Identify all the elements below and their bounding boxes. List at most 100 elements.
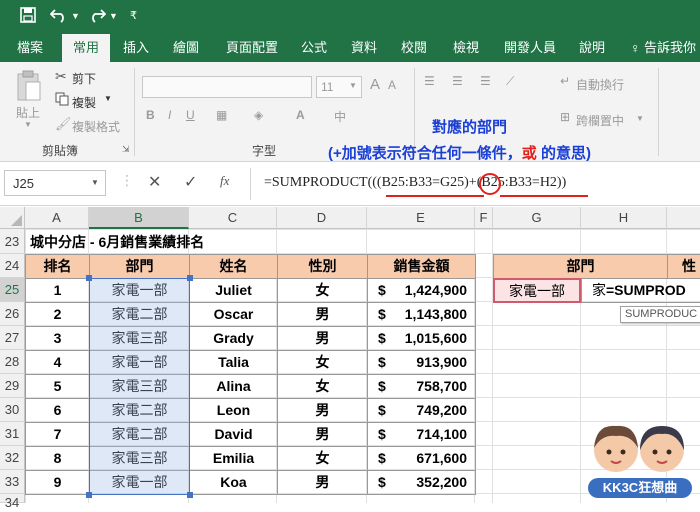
row-header[interactable]: 29: [0, 374, 25, 398]
name-box[interactable]: J25 ▼: [4, 170, 106, 196]
undo-dropdown-icon[interactable]: ▼: [71, 11, 80, 21]
align-top-icon[interactable]: ☰: [424, 74, 435, 88]
paste-icon[interactable]: [16, 70, 42, 102]
cell-name[interactable]: Leon: [189, 398, 278, 423]
row-header[interactable]: 26: [0, 302, 25, 326]
paste-dropdown-icon[interactable]: ▼: [24, 120, 32, 129]
format-painter-icon[interactable]: 🖌: [55, 116, 72, 132]
column-header-i[interactable]: [667, 207, 700, 229]
cell-sales[interactable]: $749,200: [367, 398, 476, 423]
cancel-icon[interactable]: ✕: [148, 172, 161, 192]
formula-input[interactable]: =SUMPRODUCT(((B25:B33=G25)+(B25:B33=H2)): [264, 175, 566, 191]
row-header[interactable]: 23: [0, 229, 25, 254]
column-header-f[interactable]: F: [475, 207, 493, 229]
cell-sales[interactable]: $1,424,900: [367, 278, 476, 303]
tab-view[interactable]: 檢視: [446, 34, 486, 62]
decrease-font-icon[interactable]: A: [388, 78, 396, 92]
row-header[interactable]: 28: [0, 350, 25, 374]
row-header[interactable]: 31: [0, 422, 25, 446]
tell-me-search[interactable]: 告訴我你: [644, 34, 700, 62]
cell-rank[interactable]: 3: [25, 326, 90, 351]
sheet-title[interactable]: 城中分店 - 6月銷售業績排名: [30, 232, 204, 252]
cell-rank[interactable]: 9: [25, 470, 90, 495]
orientation-icon[interactable]: ⟋: [506, 74, 514, 89]
copy-button[interactable]: 複製: [72, 94, 96, 111]
merge-center-icon[interactable]: ⊞: [560, 110, 570, 124]
cell-name[interactable]: Koa: [189, 470, 278, 495]
row-header[interactable]: 24: [0, 254, 25, 278]
cell-rank[interactable]: 1: [25, 278, 90, 303]
row-header[interactable]: 33: [0, 470, 25, 494]
scissors-icon[interactable]: ✂: [55, 68, 67, 85]
italic-icon[interactable]: I: [168, 108, 171, 122]
cell-sales[interactable]: $352,200: [367, 470, 476, 495]
merge-dropdown-icon[interactable]: ▼: [636, 114, 644, 123]
cell-department[interactable]: 家電一部: [89, 470, 190, 495]
underline-icon[interactable]: U: [186, 108, 195, 122]
cell-name[interactable]: Emilia: [189, 446, 278, 471]
row-header[interactable]: 30: [0, 398, 25, 422]
cell-rank[interactable]: 2: [25, 302, 90, 327]
cell-rank[interactable]: 7: [25, 422, 90, 447]
cell-name[interactable]: Alina: [189, 374, 278, 399]
paste-label[interactable]: 貼上: [16, 104, 40, 121]
customize-qat-icon[interactable]: ₹: [130, 9, 137, 22]
cell-name[interactable]: Talia: [189, 350, 278, 375]
cell-department[interactable]: 家電三部: [89, 446, 190, 471]
column-header-h[interactable]: H: [581, 207, 667, 229]
cell-sales[interactable]: $913,900: [367, 350, 476, 375]
cell-sales[interactable]: $1,015,600: [367, 326, 476, 351]
cell-department[interactable]: 家電一部: [89, 350, 190, 375]
tab-data[interactable]: 資料: [344, 34, 384, 62]
header-name[interactable]: 姓名: [189, 254, 278, 279]
bold-icon[interactable]: B: [146, 108, 155, 122]
column-header-b[interactable]: B: [89, 207, 189, 229]
column-header-a[interactable]: A: [25, 207, 89, 229]
fill-color-icon[interactable]: ◈: [254, 108, 263, 122]
range-handle[interactable]: [187, 492, 193, 498]
column-header-g[interactable]: G: [493, 207, 581, 229]
cell-rank[interactable]: 4: [25, 350, 90, 375]
tab-formulas[interactable]: 公式: [294, 34, 334, 62]
enter-check-icon[interactable]: ✓: [184, 172, 197, 192]
clipboard-launcher-icon[interactable]: ⇲: [122, 144, 130, 155]
cell-department[interactable]: 家電二部: [89, 302, 190, 327]
cell-rank[interactable]: 8: [25, 446, 90, 471]
redo-dropdown-icon[interactable]: ▼: [109, 11, 118, 21]
tab-draw[interactable]: 繪圖: [166, 34, 206, 62]
format-painter-button[interactable]: 複製格式: [72, 118, 120, 135]
cell-department[interactable]: 家電三部: [89, 374, 190, 399]
insert-function-icon[interactable]: fx: [220, 173, 229, 189]
column-header-d[interactable]: D: [277, 207, 367, 229]
cell-name[interactable]: Oscar: [189, 302, 278, 327]
cell-gender[interactable]: 女: [277, 350, 368, 375]
wrap-text-button[interactable]: 自動換行: [576, 76, 624, 93]
tab-file[interactable]: 檔案: [8, 34, 52, 62]
range-handle[interactable]: [86, 275, 92, 281]
cell-name[interactable]: David: [189, 422, 278, 447]
cell-gender[interactable]: 男: [277, 302, 368, 327]
font-size-box[interactable]: 11 ▼: [316, 76, 362, 98]
merge-center-button[interactable]: 跨欄置中: [576, 112, 624, 129]
font-format-buttons[interactable]: B I U ▦ ◈ A 中: [146, 108, 356, 128]
row-header[interactable]: 34: [0, 494, 25, 510]
align-middle-icon[interactable]: ☰: [452, 74, 463, 88]
cell-gender[interactable]: 男: [277, 326, 368, 351]
cell-sales[interactable]: $1,143,800: [367, 302, 476, 327]
tab-home[interactable]: 常用: [62, 34, 110, 62]
save-icon[interactable]: [20, 7, 36, 27]
cell-rank[interactable]: 5: [25, 374, 90, 399]
cell-name[interactable]: Juliet: [189, 278, 278, 303]
header-department[interactable]: 部門: [89, 254, 190, 279]
row-header[interactable]: 27: [0, 326, 25, 350]
cell-gender[interactable]: 男: [277, 422, 368, 447]
copy-dropdown-icon[interactable]: ▼: [104, 94, 112, 103]
tab-insert[interactable]: 插入: [116, 34, 156, 62]
tab-page-layout[interactable]: 頁面配置: [220, 34, 284, 62]
cell-gender[interactable]: 男: [277, 470, 368, 495]
range-handle[interactable]: [187, 275, 193, 281]
cell-department[interactable]: 家電二部: [89, 422, 190, 447]
phonetic-icon[interactable]: 中: [334, 108, 346, 125]
header-gender[interactable]: 性別: [277, 254, 368, 279]
cell-department[interactable]: 家電三部: [89, 326, 190, 351]
